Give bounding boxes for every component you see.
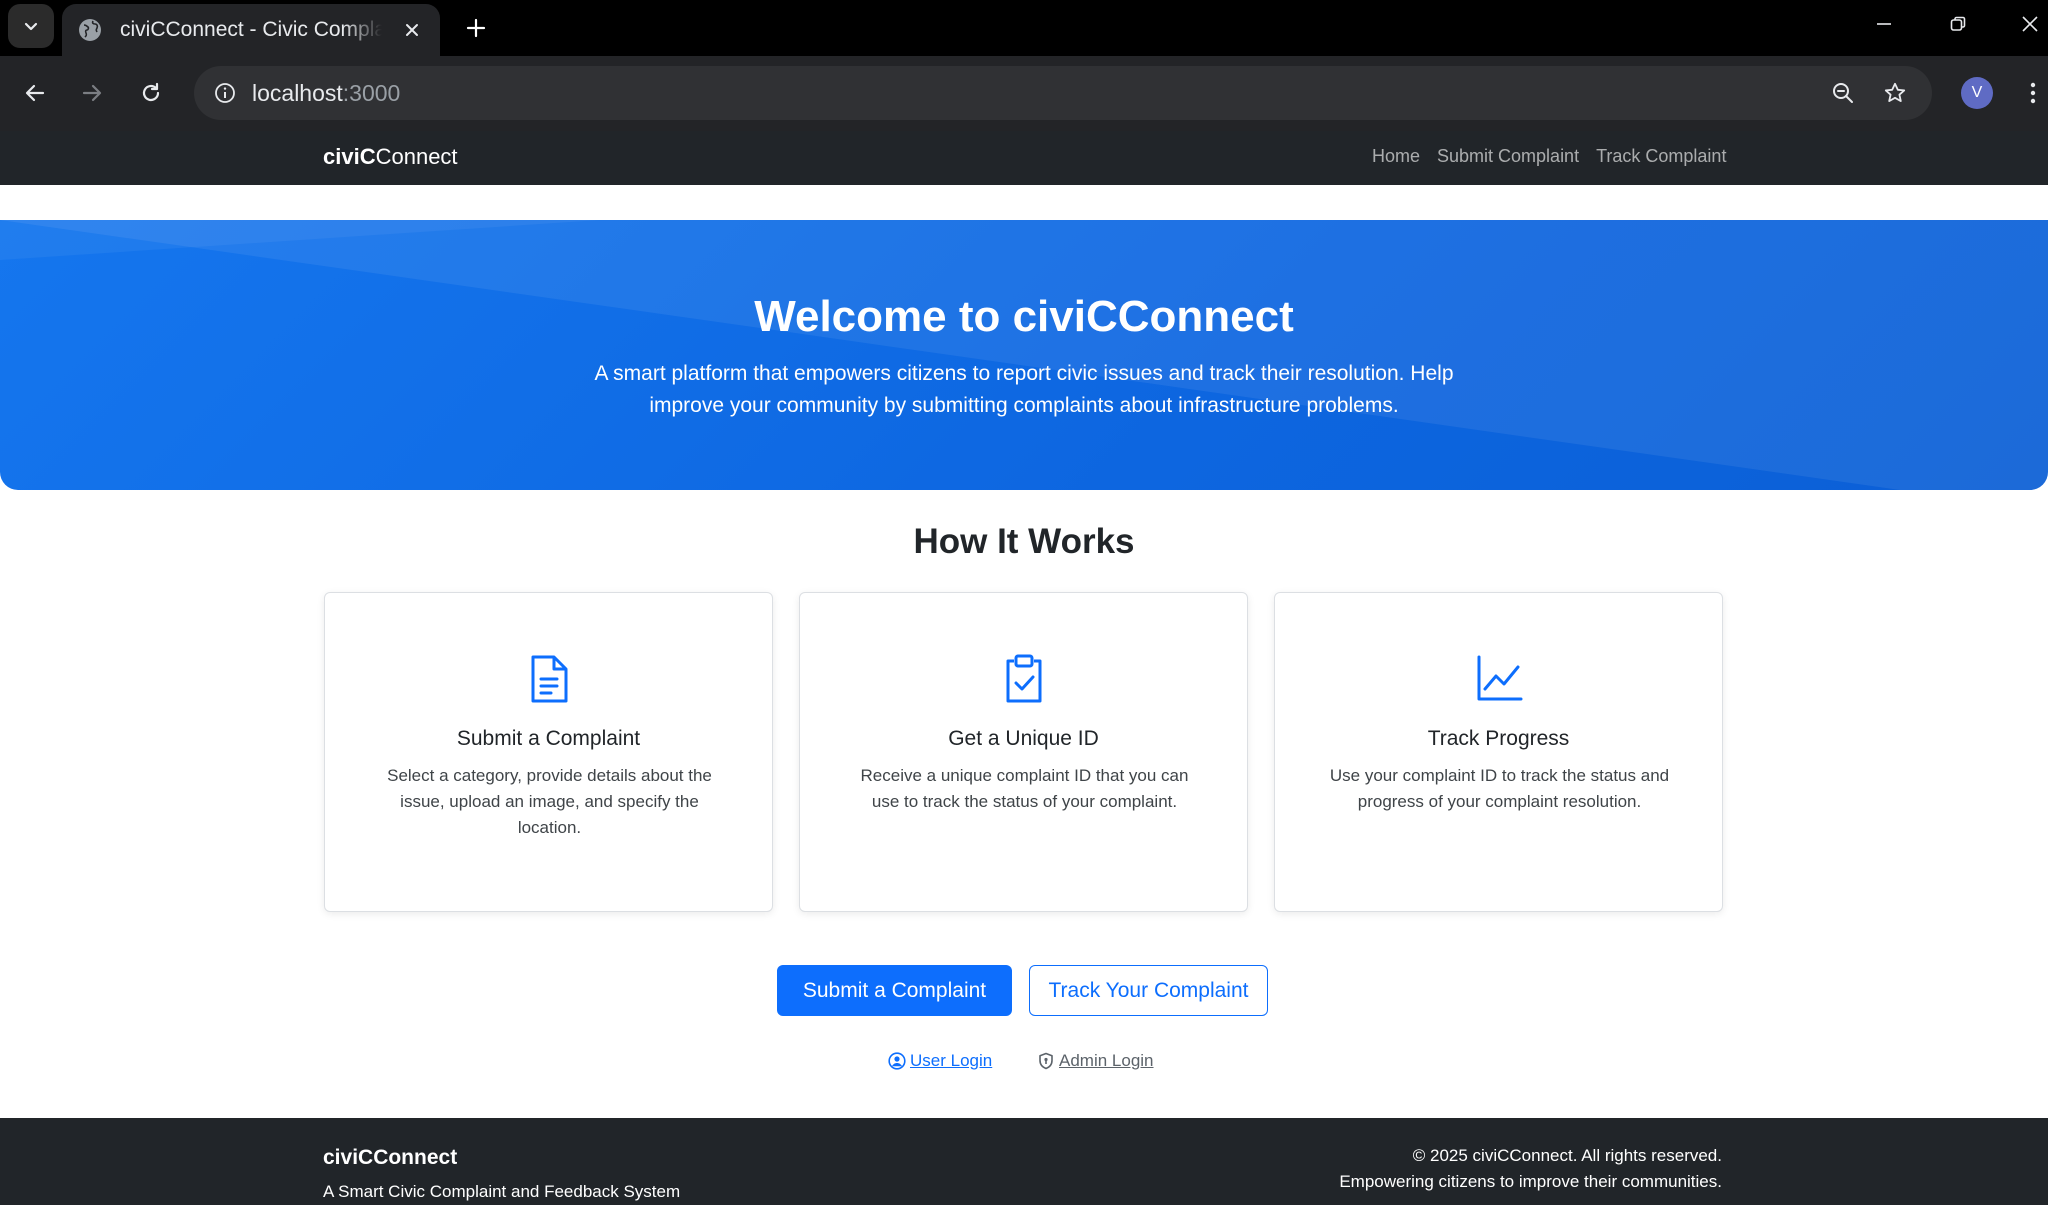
card-title: Track Progress xyxy=(1427,727,1570,750)
new-tab-button[interactable] xyxy=(456,8,496,48)
more-vertical-icon xyxy=(2030,82,2036,104)
close-icon xyxy=(2022,16,2038,32)
close-window-button[interactable] xyxy=(2010,6,2048,42)
card-title: Submit a Complaint xyxy=(456,727,641,750)
browser-tab-active[interactable]: civiCConnect - Civic Complaint xyxy=(62,4,440,56)
shield-icon xyxy=(1039,1052,1053,1070)
footer-copyright: © 2025 civiCConnect. All rights reserved… xyxy=(1412,1146,1722,1165)
footer-mission: Empowering citizens to improve their com… xyxy=(1339,1172,1722,1191)
nav-submit-complaint-link[interactable]: Submit Complaint xyxy=(1437,146,1579,167)
site-brand[interactable]: civiCConnect xyxy=(323,144,458,170)
globe-icon xyxy=(79,19,101,41)
forward-button[interactable] xyxy=(71,72,113,114)
card-text: Use your complaint ID to track the statu… xyxy=(1329,766,1670,811)
minimize-button[interactable] xyxy=(1864,6,1904,42)
site-navbar: civiCConnect Home Submit Complaint Track… xyxy=(0,131,2048,185)
card-text: Receive a unique complaint ID that you c… xyxy=(860,766,1189,811)
graph-up-icon xyxy=(1477,655,1522,701)
profile-avatar[interactable]: V xyxy=(1961,77,1993,109)
restore-icon xyxy=(1950,16,1966,31)
card-text: Select a category, provide details about… xyxy=(387,766,712,837)
nav-track-complaint-link[interactable]: Track Complaint xyxy=(1596,146,1726,167)
hero-title: Welcome to civiCConnect xyxy=(754,292,1294,341)
plus-icon xyxy=(466,18,486,38)
footer-brand: civiCConnect xyxy=(323,1146,458,1169)
card-icon-wrap xyxy=(800,653,1247,705)
nav-home-link[interactable]: Home xyxy=(1372,146,1420,167)
hero-subtitle: A smart platform that empowers citizens … xyxy=(594,362,1454,417)
clipboard-check-icon xyxy=(1006,654,1041,703)
card-title: Get a Unique ID xyxy=(948,727,1099,750)
star-icon xyxy=(1884,82,1906,102)
tab-close-button[interactable] xyxy=(398,16,426,44)
reload-button[interactable] xyxy=(130,72,172,114)
hero-background-shape xyxy=(0,220,2048,490)
bookmark-button[interactable] xyxy=(1876,74,1914,112)
track-complaint-button[interactable]: Track Your Complaint xyxy=(1029,965,1268,1016)
address-bar[interactable]: localhost:3000 xyxy=(194,66,1932,120)
user-login-label: User Login xyxy=(910,1051,993,1070)
reload-icon xyxy=(142,82,160,102)
url-text: localhost:3000 xyxy=(252,80,401,106)
card-icon-wrap xyxy=(325,653,772,705)
minimize-icon xyxy=(1877,23,1891,25)
admin-login-link[interactable]: Admin Login xyxy=(1037,1051,1154,1071)
feature-card-submit: Submit a Complaint Select a category, pr… xyxy=(324,592,773,912)
tab-title: civiCConnect - Civic Complaint xyxy=(120,18,382,41)
close-icon xyxy=(406,24,418,36)
feature-card-unique-id: Get a Unique ID Receive a unique complai… xyxy=(799,592,1248,912)
document-icon xyxy=(531,655,567,703)
hero-banner: Welcome to civiCConnect A smart platform… xyxy=(0,220,2048,490)
browser-menu-button[interactable] xyxy=(2018,72,2048,114)
browser-tabstrip: civiCConnect - Civic Complaint xyxy=(0,0,2048,56)
how-it-works-title: How It Works xyxy=(913,522,1135,561)
back-button[interactable] xyxy=(14,72,56,114)
card-icon-wrap xyxy=(1275,653,1722,705)
info-icon xyxy=(215,83,235,103)
person-circle-icon xyxy=(888,1052,906,1070)
submit-complaint-button[interactable]: Submit a Complaint xyxy=(777,965,1012,1016)
restore-button[interactable] xyxy=(1938,6,1978,42)
site-footer: civiCConnect A Smart Civic Complaint and… xyxy=(0,1118,2048,1205)
browser-toolbar: localhost:3000 V xyxy=(0,56,2048,131)
zoom-out-icon xyxy=(1833,83,1853,103)
feature-card-track: Track Progress Use your complaint ID to … xyxy=(1274,592,1723,912)
arrow-right-icon xyxy=(82,84,102,102)
arrow-left-icon xyxy=(25,84,45,102)
user-login-link[interactable]: User Login xyxy=(888,1051,992,1071)
admin-login-label: Admin Login xyxy=(1059,1051,1154,1070)
footer-tagline: A Smart Civic Complaint and Feedback Sys… xyxy=(323,1182,681,1201)
chevron-down-icon xyxy=(24,22,38,31)
site-info-button[interactable] xyxy=(206,74,244,112)
zoom-button[interactable] xyxy=(1824,74,1862,112)
nav-links: Home Submit Complaint Track Complaint xyxy=(1372,146,1726,167)
tab-search-button[interactable] xyxy=(8,4,54,48)
